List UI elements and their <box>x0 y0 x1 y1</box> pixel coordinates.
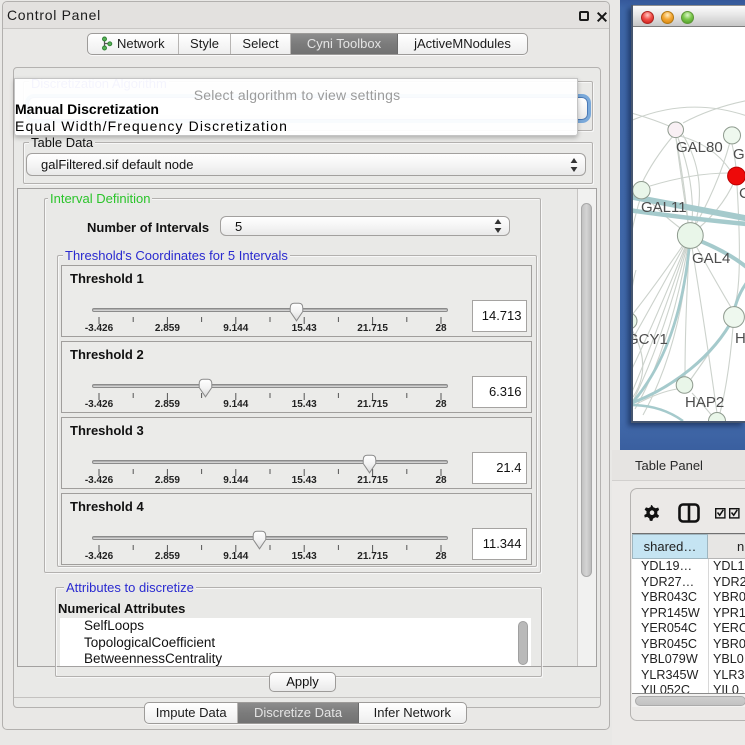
svg-text:H: H <box>735 330 745 347</box>
svg-text:G.: G. <box>733 146 745 163</box>
svg-text:GCY1: GCY1 <box>633 331 668 348</box>
svg-text:HAP2: HAP2 <box>685 394 724 411</box>
svg-text:GAL11: GAL11 <box>641 199 687 216</box>
svg-text:GAL4: GAL4 <box>692 250 730 267</box>
svg-text:C: C <box>739 185 745 202</box>
svg-text:GAL80: GAL80 <box>676 139 723 156</box>
